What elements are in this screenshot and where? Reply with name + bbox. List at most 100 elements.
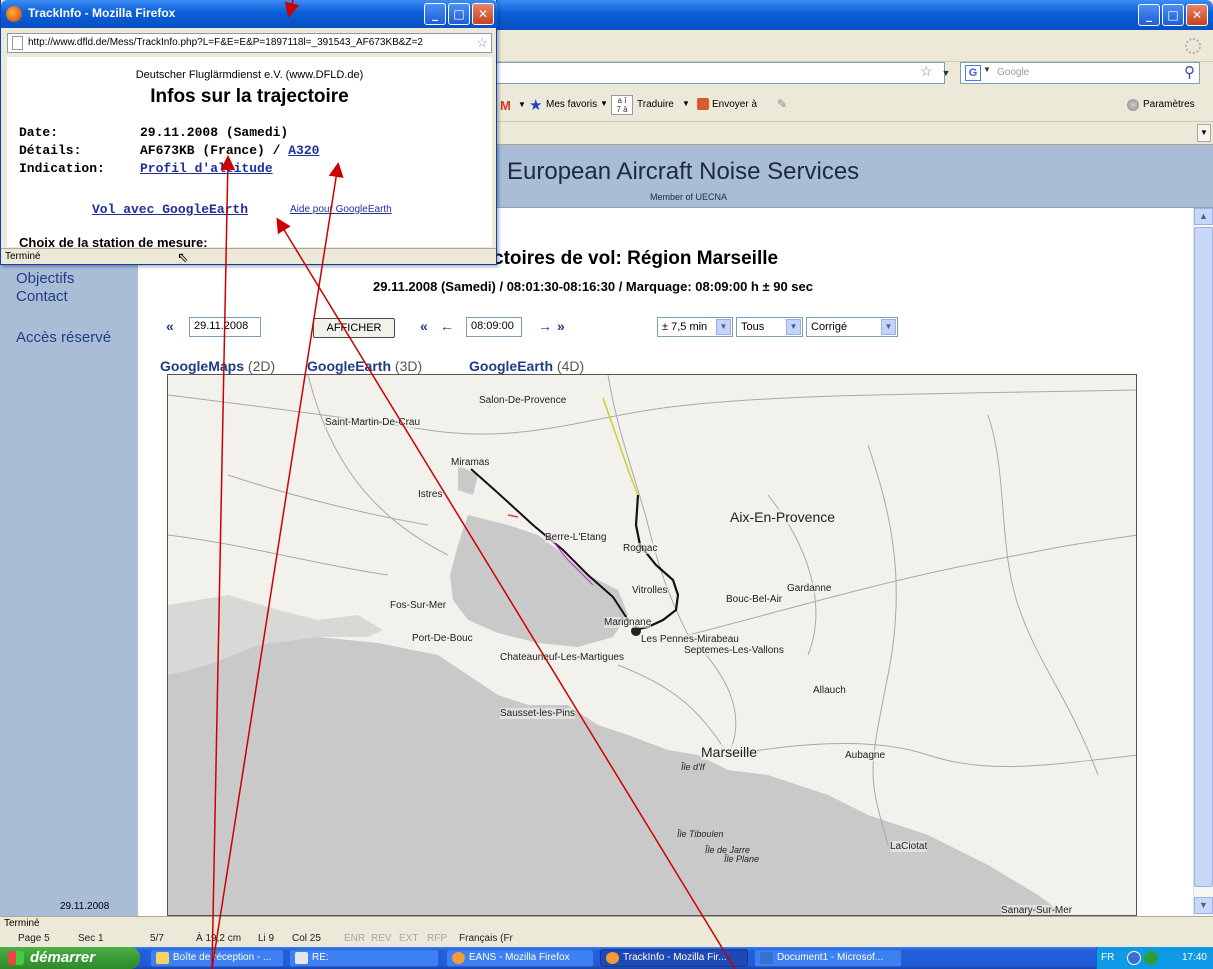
- word-ext: EXT: [399, 933, 419, 944]
- tray-arrow-icon[interactable]: [1127, 951, 1141, 965]
- popup-heading: Infos sur la trajectoire: [150, 86, 349, 107]
- bookmark-star-icon[interactable]: ☆: [920, 63, 933, 80]
- scroll-up-arrow-icon[interactable]: ▲: [1194, 208, 1213, 225]
- altitude-profile-link[interactable]: Profil d'altitude: [140, 161, 273, 176]
- map-place-label: Marseille: [701, 744, 758, 760]
- time-input[interactable]: 08:09:00: [466, 317, 522, 337]
- page-icon: [12, 36, 23, 50]
- taskbar-item-re[interactable]: RE:: [289, 949, 439, 967]
- translate-icon[interactable]: a ī7 ā: [611, 95, 633, 115]
- pencil-icon[interactable]: ✎: [777, 97, 787, 111]
- prev-fast-button[interactable]: «: [420, 318, 428, 334]
- translate-button[interactable]: Traduire: [637, 99, 674, 110]
- date-value: 29.11.2008 (Samedi): [140, 125, 289, 140]
- gmail-icon[interactable]: M: [500, 98, 511, 113]
- settings-button[interactable]: Paramètres: [1143, 99, 1195, 110]
- mail-icon: [156, 952, 169, 964]
- taskbar-item-eans-firefox[interactable]: EANS - Mozilla Firefox: [446, 949, 594, 967]
- aircraft-type-link[interactable]: A320: [288, 143, 319, 158]
- map-place-label: Salon-De-Provence: [479, 395, 567, 406]
- taskbar-item-trackinfo-firefox[interactable]: TrackInfo - Mozilla Fir...: [600, 949, 748, 967]
- map-place-label: LaCiotat: [890, 841, 928, 852]
- sidebar-item-acces-reserve[interactable]: Accès réservé: [16, 329, 111, 346]
- address-bar[interactable]: [497, 62, 945, 84]
- tab-strip: [497, 121, 1213, 145]
- mode-select[interactable]: Corrigé ▼: [806, 317, 898, 337]
- indication-label: Indication:: [19, 161, 105, 176]
- favorites-star-icon[interactable]: ★: [529, 96, 542, 114]
- word-page: Page 5: [18, 933, 50, 944]
- map-graphics: [168, 375, 1136, 915]
- details-label: Détails:: [19, 143, 82, 158]
- maximize-button[interactable]: □: [1162, 4, 1184, 26]
- vertical-scrollbar[interactable]: ▲ ▼: [1193, 208, 1213, 916]
- google-search-engine-icon[interactable]: G: [965, 65, 981, 81]
- translate-dropdown-icon[interactable]: ▼: [682, 99, 690, 108]
- tab-list-button[interactable]: ▼: [1197, 124, 1211, 142]
- popup-title: TrackInfo - Mozilla Firefox: [28, 6, 176, 20]
- word-rev: REV: [371, 933, 392, 944]
- tray-network-icon[interactable]: [1144, 951, 1158, 965]
- googlemaps-2d-link[interactable]: GoogleMaps (2D): [160, 358, 275, 374]
- language-indicator[interactable]: FR: [1101, 947, 1114, 969]
- map-place-label: Les Pennes-Mirabeau: [641, 634, 739, 645]
- indication-value: Profil d'altitude: [140, 161, 273, 176]
- search-engine-dropdown-icon[interactable]: ▼: [983, 65, 991, 74]
- sidebar-item-objectifs[interactable]: Objectifs: [16, 270, 74, 287]
- map-place-label: Miramas: [451, 457, 490, 468]
- details-value: AF673KB (France) / A320: [140, 143, 320, 158]
- map-place-label: Aubagne: [845, 750, 886, 761]
- search-magnifier-icon[interactable]: ⚲: [1184, 63, 1195, 81]
- map-place-label: Rognac: [623, 543, 658, 554]
- favorites-button[interactable]: Mes favoris: [546, 99, 597, 110]
- next-fast-button[interactable]: »: [557, 318, 565, 334]
- word-column: Col 25: [292, 933, 321, 944]
- firefox-icon: [452, 952, 465, 964]
- scroll-down-arrow-icon[interactable]: ▼: [1194, 897, 1213, 914]
- chevron-down-icon: ▼: [716, 319, 731, 335]
- filter-select[interactable]: Tous ▼: [736, 317, 803, 337]
- popup-minimize-button[interactable]: _: [424, 3, 446, 25]
- sidebar-item-contact[interactable]: Contact: [16, 288, 68, 305]
- gmail-dropdown-icon[interactable]: ▼: [518, 100, 526, 109]
- popup-title-bar[interactable]: TrackInfo - Mozilla Firefox _ □ ✕: [1, 0, 498, 28]
- popup-address-bar[interactable]: http://www.dfld.de/Mess/TrackInfo.php?L=…: [7, 33, 492, 53]
- googleearth-4d-link[interactable]: GoogleEarth (4D): [469, 358, 584, 374]
- afficher-button[interactable]: AFFICHER: [313, 318, 395, 338]
- bookmark-star-icon[interactable]: ☆: [476, 34, 488, 52]
- close-button[interactable]: ✕: [1186, 4, 1208, 26]
- system-tray: FR 17:40: [1096, 947, 1213, 969]
- send-icon[interactable]: [697, 98, 709, 110]
- site-subtitle: Member of UECNA: [650, 192, 728, 202]
- favorites-dropdown-icon[interactable]: ▼: [600, 99, 608, 108]
- word-section: Sec 1: [78, 933, 104, 944]
- next-button[interactable]: →: [538, 318, 552, 334]
- search-box[interactable]: G ▼ Google ⚲: [960, 62, 1200, 84]
- googleearth-help-link[interactable]: Aide pour GoogleEarth: [290, 204, 392, 215]
- prev-day-button[interactable]: «: [166, 318, 174, 334]
- taskbar-item-word[interactable]: Document1 - Microsof...: [754, 949, 902, 967]
- url-history-dropdown[interactable]: ▼: [938, 63, 954, 83]
- taskbar-item-inbox[interactable]: Boîte de réception - ...: [150, 949, 284, 967]
- popup-maximize-button[interactable]: □: [448, 3, 470, 25]
- popup-close-button[interactable]: ✕: [472, 3, 494, 25]
- send-to-button[interactable]: Envoyer à: [712, 99, 757, 110]
- googleearth-3d-link[interactable]: GoogleEarth (3D): [307, 358, 422, 374]
- sidebar: Objectifs Contact Accès réservé: [0, 208, 138, 916]
- prev-button[interactable]: ←: [440, 318, 454, 334]
- firefox-icon: [6, 6, 22, 22]
- time-range-select[interactable]: ± 7,5 min ▼: [657, 317, 733, 337]
- googleearth-flight-link[interactable]: Vol avec GoogleEarth: [92, 202, 248, 217]
- word-pages: 5/7: [150, 933, 164, 944]
- start-button[interactable]: démarrer: [0, 947, 140, 969]
- minimize-button[interactable]: _: [1138, 4, 1160, 26]
- chevron-down-icon: ▼: [786, 319, 801, 335]
- word-language: Français (Fr: [459, 933, 513, 944]
- map-place-label: Chateauneuf-Les-Martigues: [500, 652, 624, 663]
- settings-icon[interactable]: [1127, 99, 1139, 111]
- trajectory-map[interactable]: Salon-De-Provence Saint-Martin-De-Crau M…: [167, 374, 1137, 916]
- word-icon: [760, 952, 773, 964]
- map-place-label: Vitrolles: [632, 585, 668, 596]
- scroll-thumb[interactable]: [1194, 227, 1213, 887]
- date-input[interactable]: 29.11.2008: [189, 317, 261, 337]
